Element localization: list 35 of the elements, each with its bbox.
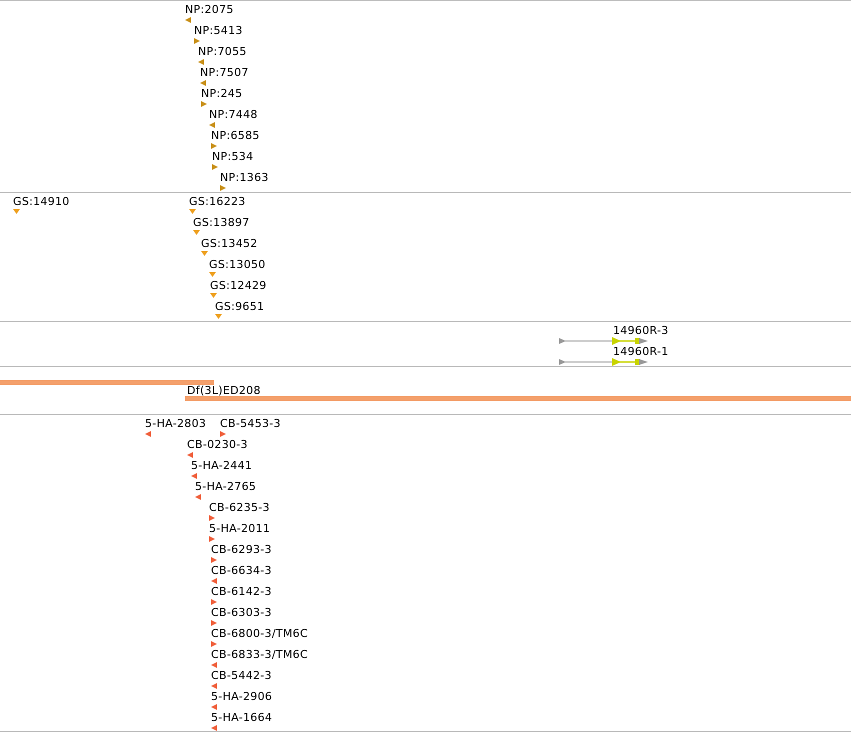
feature-label: 5-HA-1664 [211,711,272,724]
feature-label: 5-HA-2906 [211,690,272,703]
feature-label: CB-6833-3/TM6C [211,648,308,661]
feature-label: CB-6634-3 [211,564,272,577]
feature-label: 5-HA-2011 [209,522,270,535]
feature-label: CB-6303-3 [211,606,272,619]
feature-label: NP:7507 [200,66,249,79]
feature-label: NP:534 [212,150,254,163]
deficiency-label: Df(3L)ED208 [187,384,261,397]
feature-label: GS:13050 [209,258,266,271]
feature-label: 5-HA-2441 [191,459,252,472]
feature-label: GS:14910 [13,195,70,208]
feature-label: CB-6142-3 [211,585,272,598]
feature-label: NP:5413 [194,24,243,37]
feature-label: NP:245 [201,87,242,100]
feature-label: GS:13897 [193,216,250,229]
feature-label: CB-6800-3/TM6C [211,627,308,640]
feature-label: NP:2075 [185,3,234,16]
feature-label: CB-5442-3 [211,669,272,682]
feature-label: CB-6293-3 [211,543,272,556]
feature-label: CB-5453-3 [220,417,281,430]
feature-label: 5-HA-2765 [195,480,256,493]
feature-label: GS:9651 [215,300,264,313]
feature-label: GS:12429 [210,279,267,292]
feature-label: GS:16223 [189,195,246,208]
transcript-label: 14960R-3 [613,324,669,337]
transcript-label: 14960R-1 [613,345,669,358]
feature-label: NP:1363 [220,171,269,184]
feature-label: GS:13452 [201,237,258,250]
feature-label: NP:6585 [211,129,260,142]
feature-label: NP:7055 [198,45,247,58]
feature-label: NP:7448 [209,108,258,121]
feature-label: 5-HA-2803 [145,417,206,430]
feature-label: CB-0230-3 [187,438,248,451]
feature-label: CB-6235-3 [209,501,270,514]
